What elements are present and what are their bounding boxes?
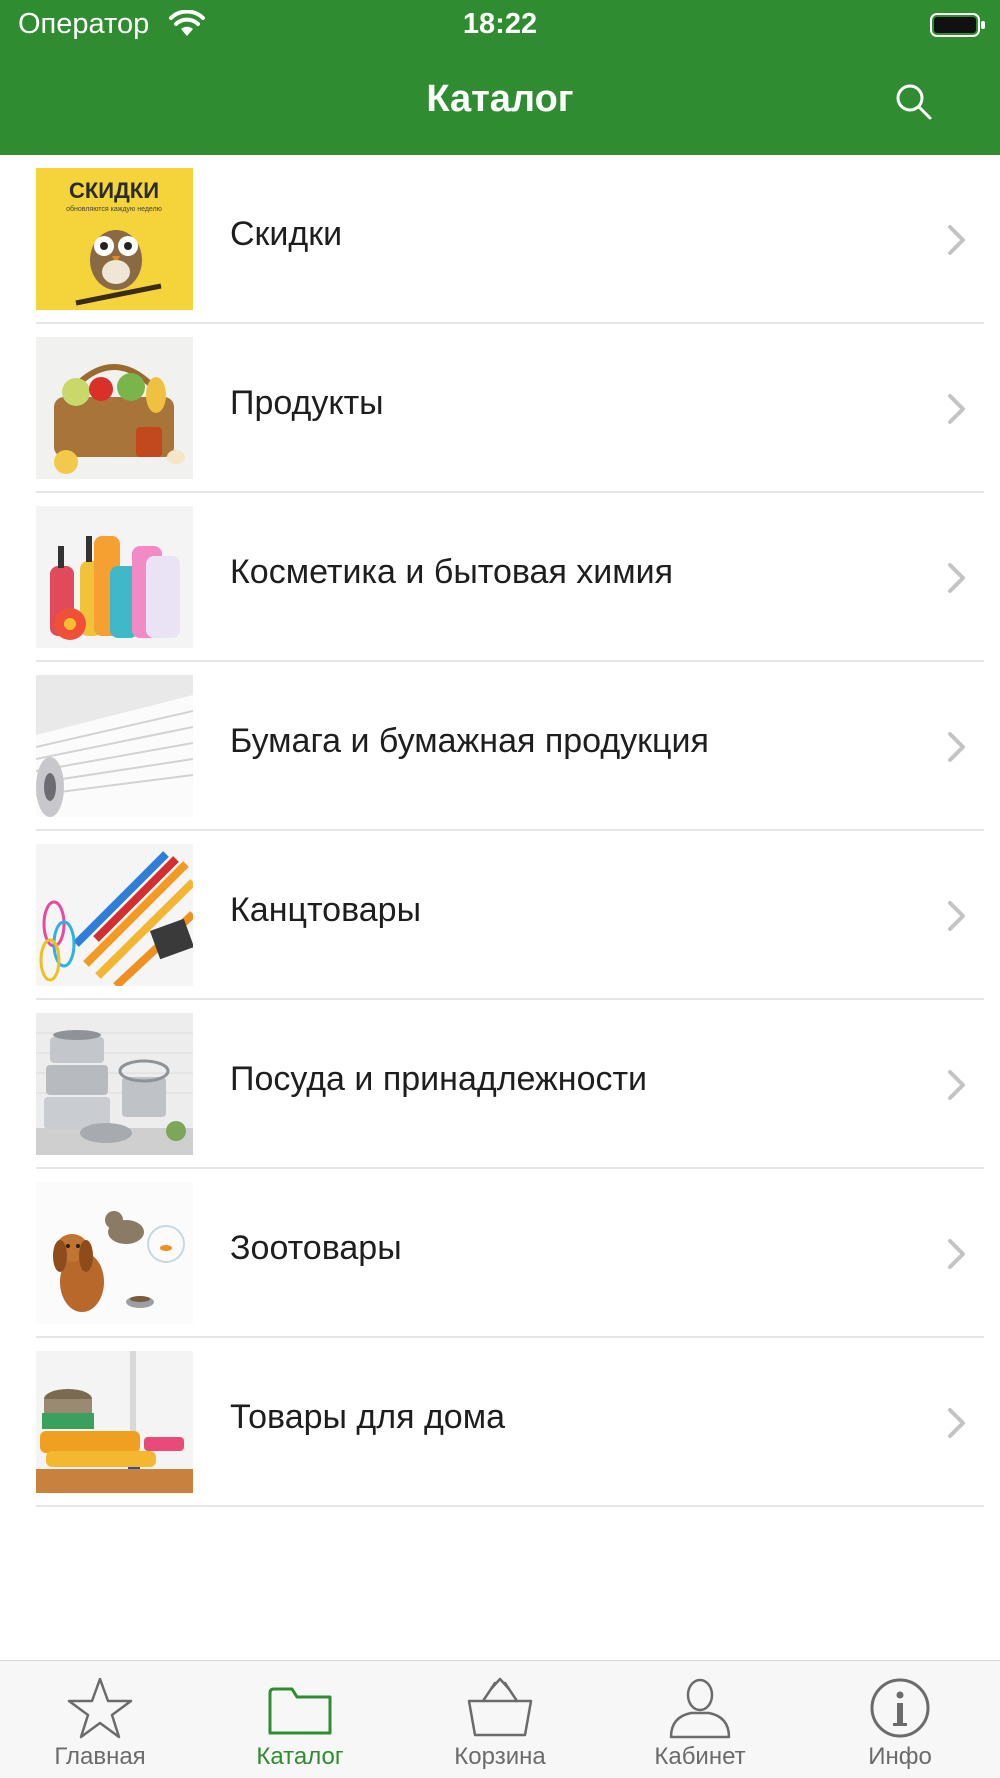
folder-icon: [268, 1687, 332, 1735]
person-icon: [669, 1678, 731, 1739]
tab-catalog[interactable]: Каталог: [200, 1661, 400, 1778]
household-thumbnail: [36, 1351, 193, 1493]
tab-bar: Главная Каталог Корзина Кабинет Инфо: [0, 1660, 1000, 1778]
tab-home[interactable]: Главная: [0, 1661, 200, 1778]
stationery-thumbnail: [36, 844, 193, 986]
catalog-item-household[interactable]: Товары для дома: [0, 1338, 1000, 1507]
clock: 18:22: [462, 8, 538, 40]
groceries-thumbnail: [36, 337, 193, 479]
catalog-item-groceries[interactable]: Продукты: [0, 324, 1000, 493]
catalog-item-label: Бумага и бумажная продукция: [230, 722, 709, 760]
basket-icon: [467, 1677, 533, 1737]
status-bar: Оператор 18:22: [0, 0, 1000, 50]
catalog-item-label: Косметика и бытовая химия: [230, 553, 674, 591]
catalog-item-discounts[interactable]: СКИДКИ обновляются каждую неделю Скидки: [0, 155, 1000, 324]
discounts-thumb-subtitle: обновляются каждую неделю: [66, 205, 162, 213]
catalog-item-cookware[interactable]: Посуда и принадлежности: [0, 1000, 1000, 1169]
tab-label: Кабинет: [654, 1743, 746, 1770]
catalog-item-label: Посуда и принадлежности: [230, 1060, 648, 1098]
chevron-right-icon: [948, 225, 965, 255]
cookware-thumbnail: [36, 1013, 193, 1155]
battery-icon: [930, 13, 985, 37]
chevron-right-icon: [948, 563, 965, 593]
tab-label: Главная: [54, 1743, 146, 1770]
catalog-item-label: Продукты: [230, 384, 384, 422]
discounts-thumb-title: СКИДКИ: [69, 178, 159, 203]
cosmetics-thumbnail: [36, 506, 193, 648]
chevron-right-icon: [948, 1070, 965, 1100]
catalog-item-stationery[interactable]: Канцтовары: [0, 831, 1000, 1000]
catalog-item-cosmetics[interactable]: Косметика и бытовая химия: [0, 493, 1000, 662]
row-separator: [36, 1505, 984, 1507]
tab-cart[interactable]: Корзина: [400, 1661, 600, 1778]
chevron-right-icon: [948, 901, 965, 931]
catalog-list: СКИДКИ обновляются каждую неделю Скидки: [0, 155, 1000, 1507]
catalog-item-label: Товары для дома: [230, 1398, 505, 1436]
catalog-item-label: Канцтовары: [230, 891, 422, 929]
header: Оператор 18:22 Каталог: [0, 0, 1000, 155]
pet-supplies-thumbnail: [36, 1182, 193, 1324]
paper-thumbnail: [36, 675, 193, 817]
chevron-right-icon: [948, 1239, 965, 1269]
star-icon: [67, 1677, 133, 1739]
search-icon[interactable]: [892, 80, 936, 124]
tab-info[interactable]: Инфо: [800, 1661, 1000, 1778]
info-icon: [870, 1678, 930, 1738]
discounts-thumbnail: СКИДКИ обновляются каждую неделю: [36, 168, 193, 310]
catalog-item-label: Скидки: [230, 215, 343, 253]
tab-label: Инфо: [868, 1743, 932, 1770]
catalog-item-pet-supplies[interactable]: Зоотовары: [0, 1169, 1000, 1338]
catalog-item-label: Зоотовары: [230, 1229, 402, 1267]
page-title: Каталог: [426, 78, 574, 120]
chevron-right-icon: [948, 1408, 965, 1438]
tab-account[interactable]: Кабинет: [600, 1661, 800, 1778]
catalog-item-paper[interactable]: Бумага и бумажная продукция: [0, 662, 1000, 831]
tab-label: Каталог: [256, 1743, 344, 1770]
chevron-right-icon: [948, 732, 965, 762]
chevron-right-icon: [948, 394, 965, 424]
tab-label: Корзина: [454, 1743, 546, 1770]
